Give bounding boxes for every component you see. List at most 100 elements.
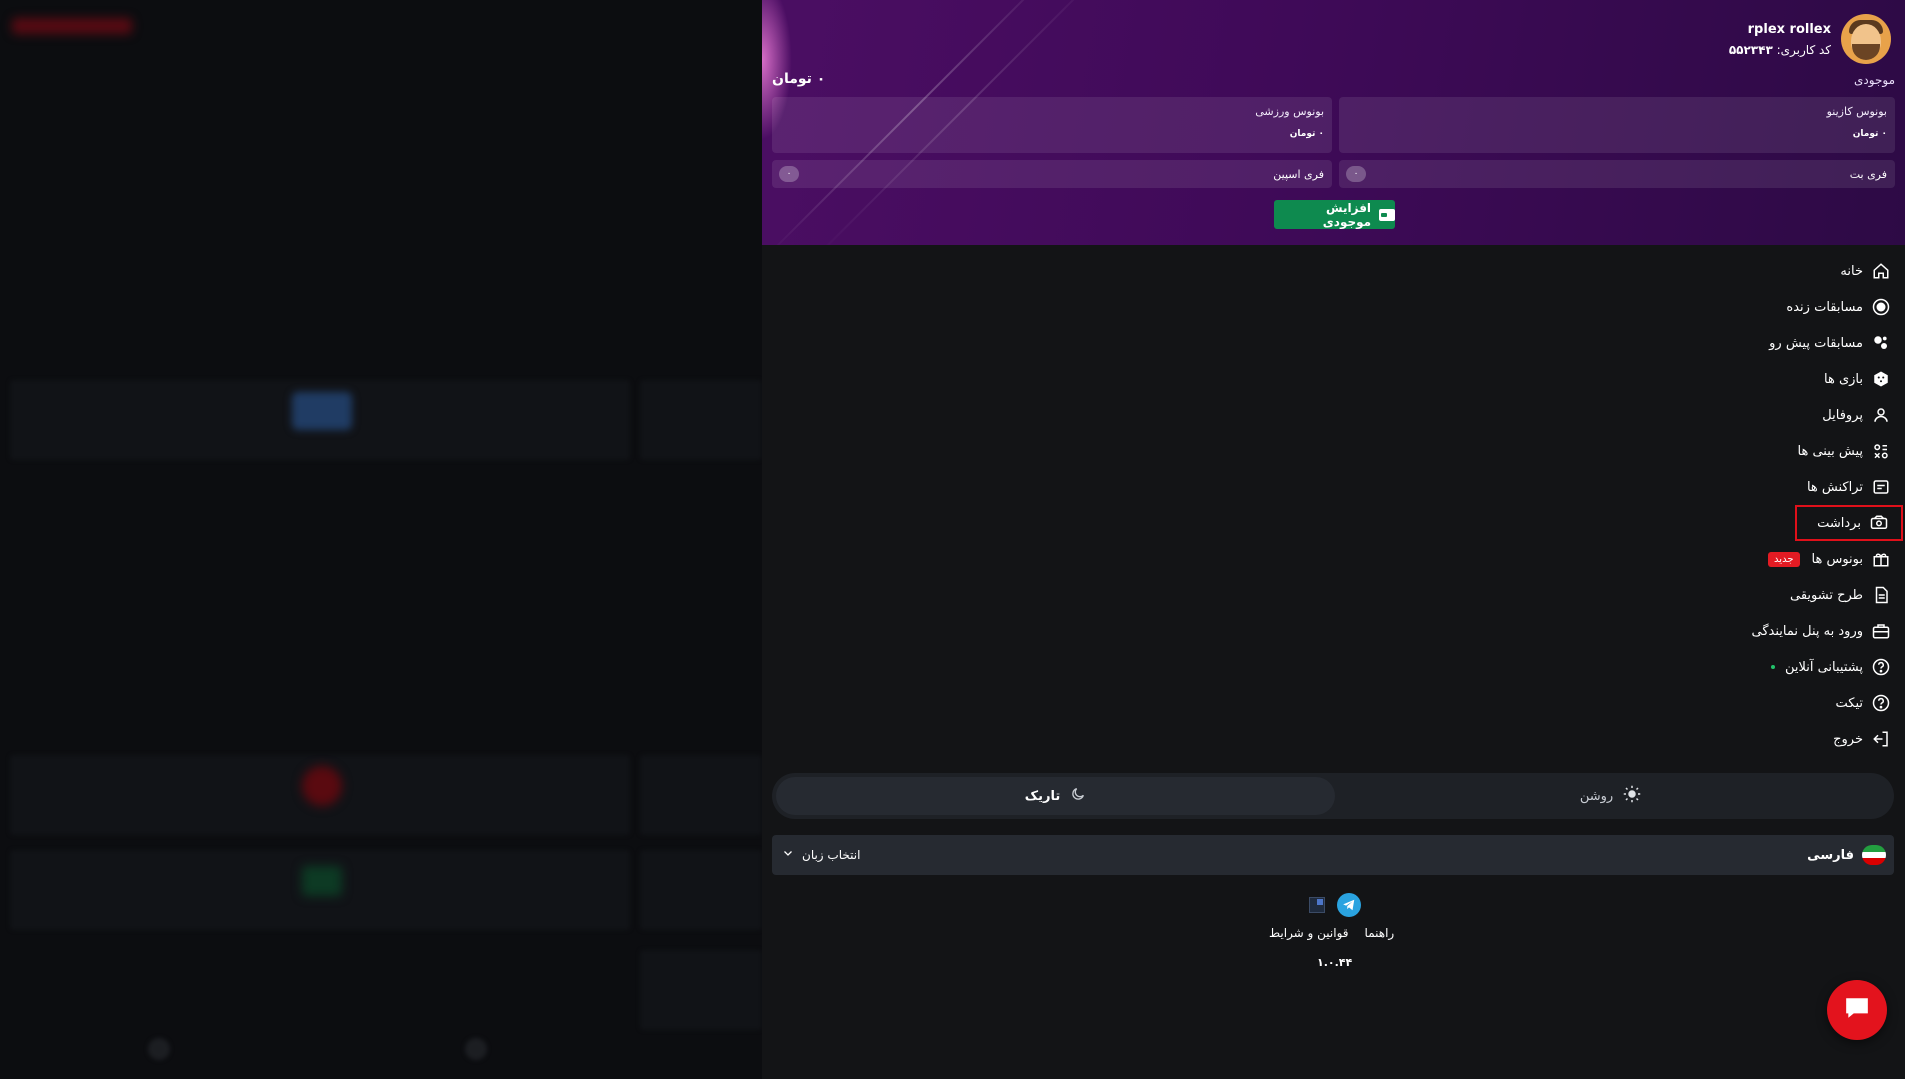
- menu-item-bonuses[interactable]: بونوس ها جدید: [1768, 544, 1891, 574]
- blurred-card: [640, 950, 762, 1030]
- casino-bonus-card: بونوس کازینو ۰ تومان: [1339, 97, 1895, 153]
- menu-item-home[interactable]: خانه: [1840, 256, 1891, 286]
- logout-icon: [1871, 729, 1891, 749]
- guide-link[interactable]: راهنما: [1365, 926, 1395, 940]
- menu-item-referral[interactable]: طرح تشویقی: [1790, 580, 1891, 610]
- menu-label: ورود به پنل نمایندگی: [1751, 623, 1863, 639]
- menu-item-support[interactable]: پشتیبانی آنلاین: [1770, 652, 1891, 682]
- social-links: [1309, 893, 1361, 917]
- casino-bonus-title: بونوس کازینو: [1826, 105, 1887, 118]
- wallet-icon: [1379, 208, 1395, 221]
- theme-light-label: روشن: [1579, 788, 1614, 804]
- online-indicator: [1770, 665, 1775, 669]
- menu-label: مسابقات پیش رو: [1769, 335, 1863, 351]
- menu-label: خانه: [1840, 263, 1863, 279]
- blurred-card: [640, 850, 762, 930]
- dice-icon: [1871, 369, 1891, 389]
- telegram-icon[interactable]: [1337, 893, 1361, 917]
- user-code-value: ۵۵۲۳۴۳: [1728, 42, 1773, 57]
- user-code-label: کد کاربری:: [1776, 42, 1831, 57]
- upcoming-icon: [1871, 333, 1891, 353]
- referral-icon: [1871, 585, 1891, 605]
- blurred-nav-icon: [465, 1038, 487, 1060]
- blurred-card: [640, 755, 762, 835]
- menu-label: برداشت: [1817, 515, 1861, 531]
- terms-link[interactable]: قوانین و شرایط: [1269, 926, 1349, 940]
- menu-label: بونوس ها: [1811, 551, 1864, 567]
- freebet-pill: فری بت ۰: [1339, 160, 1895, 188]
- freespin-title: فری اسپین: [1273, 168, 1324, 181]
- moon-icon: [1070, 786, 1086, 806]
- blurred-background-page: [0, 0, 762, 1079]
- transactions-icon: [1871, 477, 1891, 497]
- theme-dark-label: تاریک: [1024, 788, 1061, 804]
- balance-label: موجودی: [1854, 73, 1895, 87]
- freespin-count: ۰: [779, 166, 799, 182]
- new-badge: جدید: [1768, 551, 1800, 567]
- menu-item-live[interactable]: مسابقات زنده: [1786, 292, 1891, 322]
- account-header: rplex rollex کد کاربری: ۵۵۲۳۴۳ موجودی ۰ …: [762, 0, 1905, 245]
- avatar[interactable]: [1841, 14, 1891, 64]
- deposit-button[interactable]: افزایش موجودی: [1274, 200, 1395, 229]
- menu-label: تیکت: [1835, 695, 1864, 711]
- blurred-logo: [12, 18, 132, 34]
- user-profile: rplex rollex کد کاربری: ۵۵۲۳۴۳: [1729, 14, 1891, 64]
- freebet-count: ۰: [1346, 166, 1366, 182]
- blurred-banner: [640, 380, 762, 460]
- menu-label: تراکنش ها: [1806, 479, 1863, 495]
- chat-button[interactable]: [1827, 980, 1887, 1040]
- blurred-icon: [292, 392, 352, 430]
- footer-links: راهنما قوانین و شرایط: [1269, 926, 1394, 940]
- sun-icon: [1623, 785, 1641, 807]
- menu-item-games[interactable]: بازی ها: [1824, 364, 1891, 394]
- menu-item-predictions[interactable]: پیش بینی ها: [1798, 436, 1892, 466]
- app-version: ۱.۰.۴۴: [1317, 956, 1353, 969]
- menu-item-withdraw[interactable]: برداشت: [1795, 505, 1903, 541]
- briefcase-icon: [1871, 621, 1891, 641]
- social-image-icon[interactable]: [1309, 897, 1325, 913]
- username: rplex rollex: [1747, 21, 1831, 37]
- menu-label: بازی ها: [1824, 371, 1863, 387]
- home-icon: [1871, 261, 1891, 281]
- chevron-down-icon: [782, 847, 794, 862]
- iran-flag-icon: [1862, 845, 1886, 865]
- current-language: فارسی: [1807, 845, 1886, 865]
- language-dropdown-label: انتخاب زبان: [802, 847, 861, 862]
- blurred-icon: [302, 866, 342, 896]
- menu-item-logout[interactable]: خروج: [1833, 724, 1891, 754]
- live-icon: [1871, 297, 1891, 317]
- gift-icon: [1871, 549, 1891, 569]
- menu-label: خروج: [1833, 731, 1863, 747]
- menu-label: مسابقات زنده: [1786, 299, 1863, 315]
- help-icon: [1871, 657, 1891, 677]
- sport-bonus-card: بونوس ورزشی ۰ تومان: [772, 97, 1332, 153]
- menu-label: طرح تشویقی: [1789, 587, 1863, 603]
- menu-item-transactions[interactable]: تراکنش ها: [1807, 472, 1891, 502]
- blurred-nav-icon: [148, 1038, 170, 1060]
- menu-item-ticket[interactable]: تیکت: [1836, 688, 1892, 718]
- side-drawer: rplex rollex کد کاربری: ۵۵۲۳۴۳ موجودی ۰ …: [762, 0, 1905, 1079]
- language-dropdown[interactable]: انتخاب زبان: [782, 847, 860, 862]
- predictions-icon: [1871, 441, 1891, 461]
- theme-light-option[interactable]: روشن: [1331, 777, 1890, 815]
- menu-item-agent-panel[interactable]: ورود به پنل نمایندگی: [1752, 616, 1891, 646]
- freespin-pill: فری اسپین ۰: [772, 160, 1332, 188]
- balance-value: ۰ تومان: [772, 71, 826, 87]
- theme-toggle: روشن تاریک: [772, 773, 1894, 819]
- chat-icon: [1844, 996, 1870, 1024]
- menu-item-profile[interactable]: پروفایل: [1822, 400, 1891, 430]
- sport-bonus-title: بونوس ورزشی: [1255, 105, 1324, 118]
- menu-label: پروفایل: [1822, 407, 1863, 423]
- menu-label: پشتیبانی آنلاین: [1784, 659, 1863, 675]
- withdraw-icon: [1869, 513, 1889, 533]
- freebet-title: فری بت: [1849, 168, 1887, 181]
- theme-dark-option[interactable]: تاریک: [776, 777, 1335, 815]
- blurred-icon: [302, 766, 342, 806]
- menu-item-upcoming[interactable]: مسابقات پیش رو: [1769, 328, 1891, 358]
- language-selector[interactable]: فارسی انتخاب زبان: [772, 835, 1894, 875]
- deposit-button-label: افزایش موجودی: [1322, 200, 1372, 229]
- current-language-label: فارسی: [1807, 847, 1854, 863]
- question-icon: [1871, 693, 1891, 713]
- user-code: کد کاربری: ۵۵۲۳۴۳: [1729, 43, 1831, 57]
- casino-bonus-amount: ۰ تومان: [1852, 129, 1887, 139]
